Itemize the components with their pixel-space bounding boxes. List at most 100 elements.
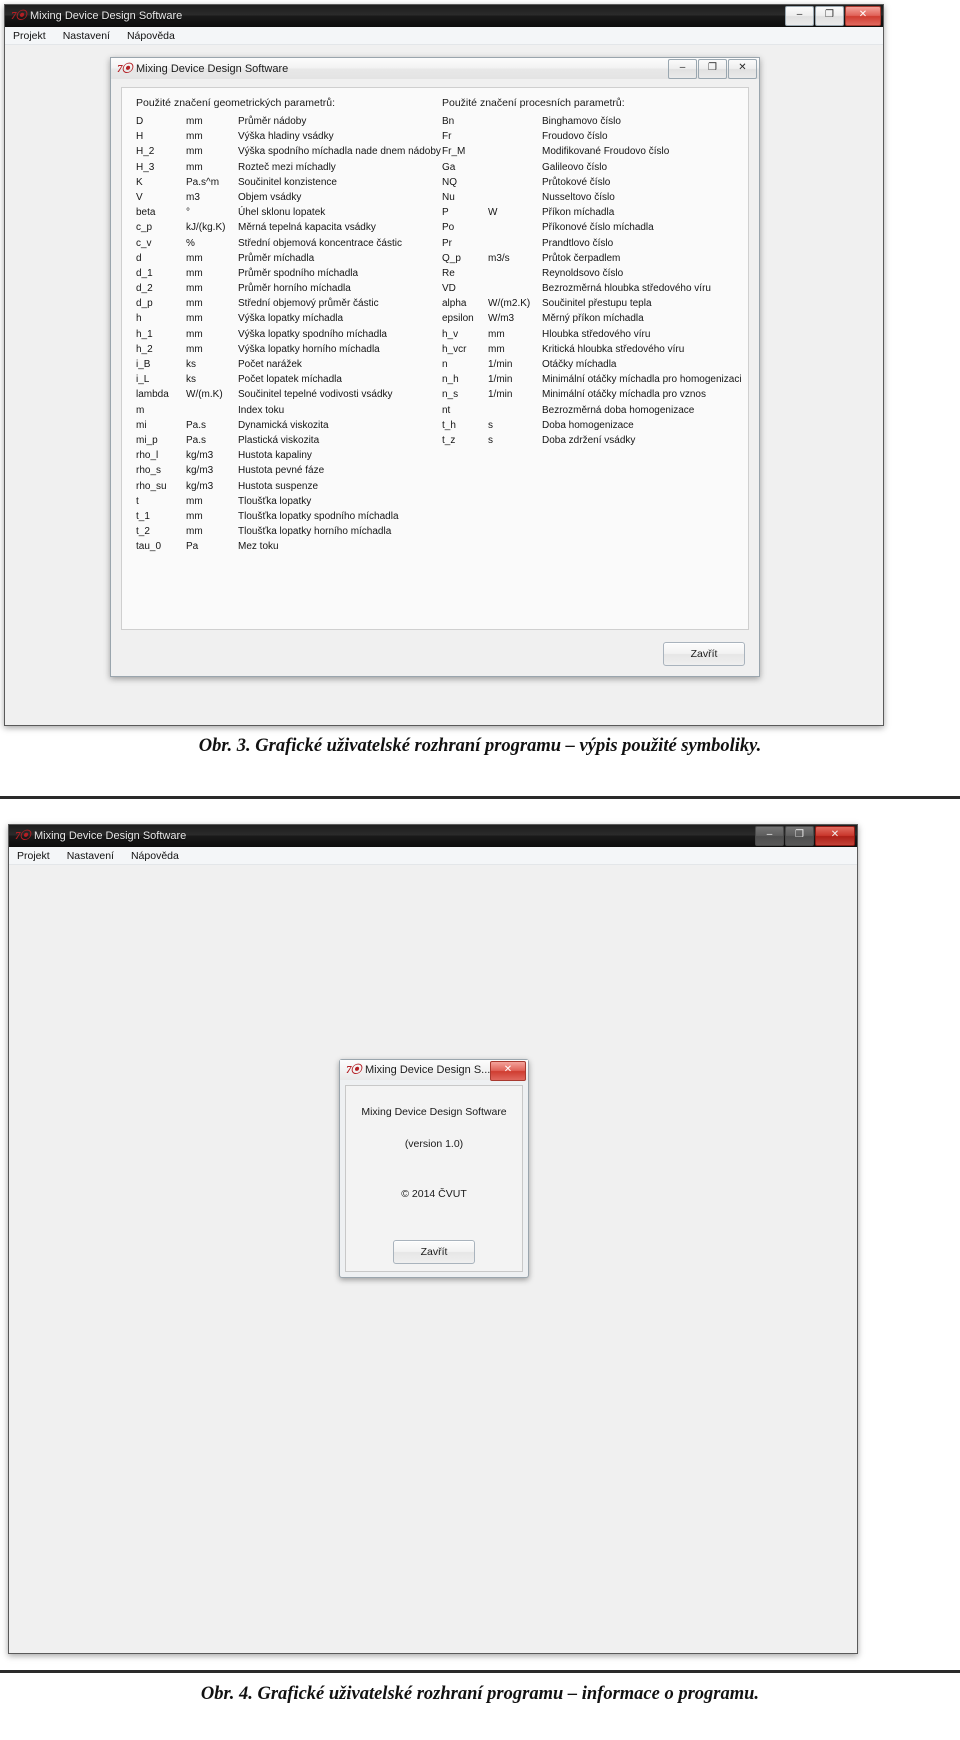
menu-item-projekt[interactable]: Projekt <box>13 30 46 42</box>
description-cell: Prandtlovo číslo <box>542 237 614 249</box>
unit-cell: mm <box>186 495 203 507</box>
table-row: h mm Výška lopatky míchadla <box>136 312 441 327</box>
table-row: K Pa.s^m Součinitel konzistence <box>136 176 441 191</box>
symbol-cell: h_2 <box>136 343 153 355</box>
symbol-cell: H_2 <box>136 146 155 158</box>
table-row: H_3 mm Rozteč mezi míchadly <box>136 161 441 176</box>
unit-cell: m3/s <box>488 252 510 264</box>
table-row: t mm Tloušťka lopatky <box>136 495 441 510</box>
symbol-cell: P <box>442 207 449 219</box>
main-titlebar: 7⦿ Mixing Device Design Software – ❐ ✕ <box>5 5 883 27</box>
table-row: Fr_M Modifikované Froudovo číslo <box>442 145 742 160</box>
table-row: d mm Průměr míchadla <box>136 252 441 267</box>
description-cell: Součinitel přestupu tepla <box>542 298 652 310</box>
symbol-cell: d_p <box>136 298 153 310</box>
description-cell: Součinitel tepelné vodivosti vsádky <box>238 389 393 401</box>
main-titlebar: 7⦿ Mixing Device Design Software – ❐ ✕ <box>9 825 857 847</box>
symbol-cell: V <box>136 191 143 203</box>
symbol-cell: Ga <box>442 161 456 173</box>
close-button[interactable]: ✕ <box>728 59 757 79</box>
maximize-button[interactable]: ❐ <box>698 59 727 79</box>
description-cell: Součinitel konzistence <box>238 176 337 188</box>
description-cell: Příkonové číslo míchadla <box>542 222 654 234</box>
unit-cell <box>488 221 542 236</box>
unit-cell: ks <box>186 359 196 370</box>
table-row: Nu Nusseltovo číslo <box>442 191 742 206</box>
symbols-dialog-title: Mixing Device Design Software <box>136 62 289 75</box>
unit-cell: mm <box>186 298 203 310</box>
unit-cell: Pa.s <box>186 419 207 431</box>
description-cell: Průměr spodního míchadla <box>238 267 359 279</box>
close-button[interactable]: ✕ <box>815 826 855 846</box>
description-cell: Výška hladiny vsádky <box>238 131 334 143</box>
unit-cell: m3 <box>186 191 200 203</box>
close-dialog-button[interactable]: Zavřít <box>663 642 745 666</box>
symbol-cell: c_p <box>136 222 153 234</box>
unit-cell: Pa.s <box>186 434 207 446</box>
table-row: H_2 mm Výška spodního míchadla nade dnem n… <box>136 145 441 160</box>
description-cell: Tloušťka lopatky <box>238 495 312 507</box>
symbol-cell: Fr <box>442 131 452 143</box>
symbol-cell: nt <box>442 404 451 416</box>
menu-item-nastaveni[interactable]: Nastavení <box>67 850 114 862</box>
symbol-cell: n_h <box>442 374 459 386</box>
description-cell: Průměr nádoby <box>238 116 307 127</box>
menu-item-projekt[interactable]: Projekt <box>17 850 50 862</box>
unit-cell <box>488 237 542 252</box>
process-parameters-column: Použité značení procesních parametrů: Bn… <box>442 97 748 555</box>
description-cell: Index toku <box>238 404 285 416</box>
table-row: VD Bezrozměrná hloubka středového víru <box>442 282 742 297</box>
unit-cell: mm <box>186 313 203 325</box>
menu-item-napoveda[interactable]: Nápověda <box>127 30 175 42</box>
divider <box>0 1670 960 1673</box>
unit-cell: ° <box>186 207 190 219</box>
unit-cell: % <box>186 237 195 249</box>
symbol-cell: rho_su <box>136 480 167 492</box>
close-button[interactable]: ✕ <box>845 6 881 26</box>
symbol-cell: t_2 <box>136 526 150 538</box>
unit-cell: W/m3 <box>488 313 515 325</box>
unit-cell: mm <box>488 328 505 340</box>
description-cell: Minimální otáčky míchadla pro homogeniza… <box>542 374 742 386</box>
table-row: NQ Průtokové číslo <box>442 176 742 191</box>
unit-cell <box>488 130 542 145</box>
unit-cell: s <box>488 419 493 431</box>
about-dialog-titlebar: 7⦿ Mixing Device Design S... ✕ <box>340 1060 528 1081</box>
description-cell: Průtok čerpadlem <box>542 252 621 264</box>
description-cell: Průměr horního míchadla <box>238 283 351 295</box>
symbol-cell: beta <box>136 207 156 219</box>
close-button[interactable]: ✕ <box>490 1061 526 1081</box>
unit-cell: 1/min <box>488 359 513 370</box>
unit-cell: s <box>488 434 493 446</box>
about-dialog: 7⦿ Mixing Device Design S... ✕ Mixing De… <box>339 1059 529 1278</box>
minimize-button[interactable]: – <box>785 6 814 26</box>
table-row: h_2 mm Výška lopatky horního míchadla <box>136 343 441 358</box>
minimize-button[interactable]: – <box>668 59 697 79</box>
maximize-button[interactable]: ❐ <box>785 826 814 846</box>
about-dialog-title: Mixing Device Design S... <box>365 1064 491 1076</box>
table-row: t_h s Doba homogenizace <box>442 419 742 434</box>
close-dialog-button[interactable]: Zavřít <box>393 1240 475 1264</box>
maximize-button[interactable]: ❐ <box>815 6 844 26</box>
table-row: h_vcr mm Kritická hloubka středového víru <box>442 343 742 358</box>
minimize-button[interactable]: – <box>755 826 784 846</box>
unit-cell: W <box>488 207 498 219</box>
symbol-cell: m <box>136 404 145 416</box>
menu-item-nastaveni[interactable]: Nastavení <box>63 30 110 42</box>
table-row: t_z s Doba zdržení vsádky <box>442 434 742 449</box>
menu-item-napoveda[interactable]: Nápověda <box>131 850 179 862</box>
table-row: d_p mm Střední objemový průměr částic <box>136 297 441 312</box>
divider <box>0 796 960 799</box>
main-window-title: Mixing Device Design Software <box>34 830 187 842</box>
table-row: alpha W/(m2.K) Součinitel přestupu tepla <box>442 297 742 312</box>
main-window-title: Mixing Device Design Software <box>30 10 183 22</box>
table-row: Q_p m3/s Průtok čerpadlem <box>442 252 742 267</box>
description-cell: Plastická viskozita <box>238 434 320 446</box>
symbol-cell: D <box>136 116 144 127</box>
description-cell: Výška spodního míchadla nade dnem nádoby <box>238 146 441 158</box>
symbol-cell: h <box>136 313 142 325</box>
table-row: Hmm Výška hladiny vsádky <box>136 130 441 145</box>
table-row: Vm3 Objem vsádky <box>136 191 441 206</box>
unit-cell: mm <box>186 161 203 173</box>
symbol-cell: rho_l <box>136 450 159 462</box>
